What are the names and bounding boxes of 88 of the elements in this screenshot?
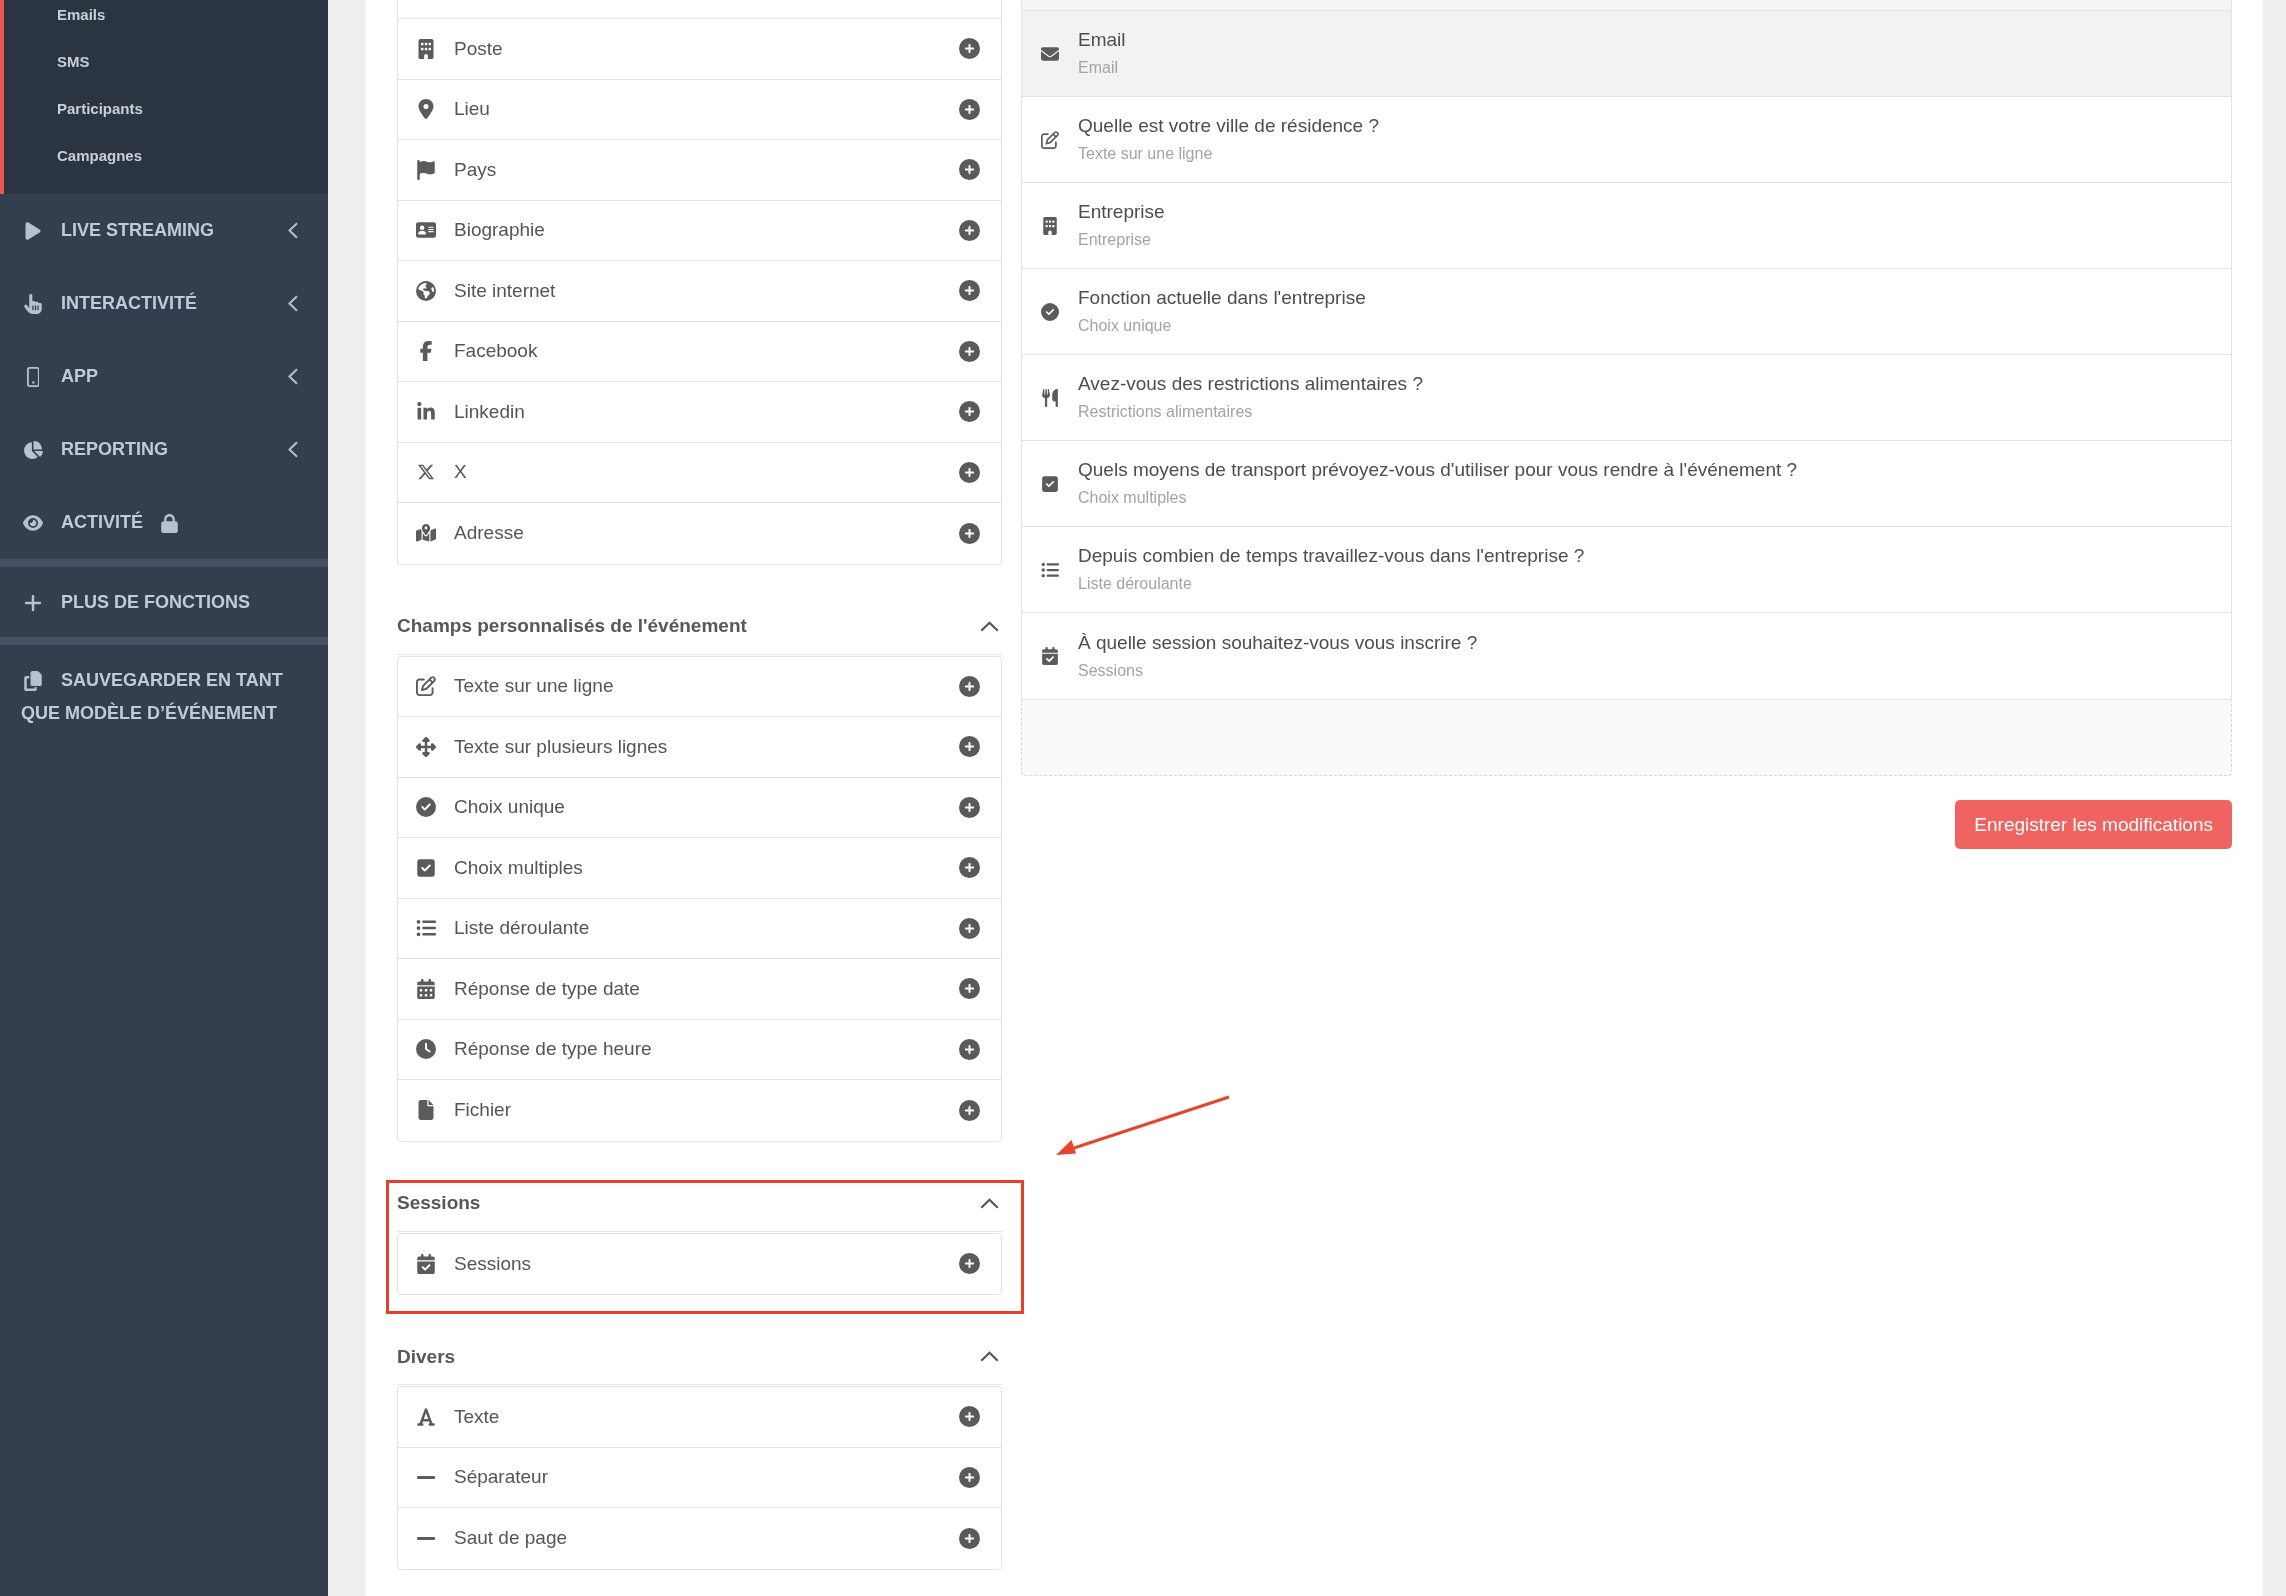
sidebar-menu-item[interactable]: PLUS DE FONCTIONS — [0, 567, 328, 637]
field-title: Email — [1078, 28, 1126, 52]
chevron-up-icon[interactable] — [980, 1351, 999, 1362]
field-type-label: Fichier — [454, 1099, 512, 1122]
field-type-label: Poste — [454, 37, 504, 60]
field-title: À quelle session souhaitez-vous vous inscrire ? — [1078, 630, 1478, 655]
field-type-label: Liste déroulante — [454, 917, 591, 940]
field-type-label: Site internet — [454, 279, 557, 302]
play-icon — [23, 221, 43, 242]
minus-icon — [417, 1536, 435, 1540]
sidebar-menu-item[interactable]: SAUVEGARDER EN TANT QUE MODÈLE D’ÉVÉNEMENT — [0, 645, 328, 748]
field-title: Quelle est votre ville de résidence ? — [1078, 114, 1379, 138]
calendar-icon — [416, 978, 436, 999]
letter-a-icon — [416, 1406, 436, 1427]
x-logo-icon — [417, 463, 435, 482]
section-title: Sessions — [397, 1192, 481, 1214]
linkedin-icon — [416, 401, 436, 422]
field-type-label: X — [454, 461, 468, 484]
list-icon — [416, 918, 436, 939]
chevron-up-icon[interactable] — [980, 1197, 999, 1209]
field-title: Avez-vous des restrictions alimentaires ? — [1078, 372, 1423, 396]
field-type: Choix multiples — [1078, 488, 1187, 508]
list-icon — [1041, 560, 1059, 579]
field-type: Restrictions alimentaires — [1078, 402, 1253, 422]
map-icon — [416, 523, 436, 544]
field-type-label: Lieu — [454, 98, 491, 121]
field-type: Entreprise — [1078, 230, 1151, 250]
file-icon — [416, 1100, 436, 1121]
sidebar-menu-item[interactable]: INTERACTIVITÉ — [0, 267, 328, 340]
field-type-label: Adresse — [454, 522, 525, 545]
field-type-label: Choix unique — [454, 796, 566, 819]
building-icon — [416, 38, 436, 59]
plus-icon — [23, 592, 43, 613]
field-title: Quels moyens de transport prévoyez-vous d'utiliser pour vous rendre à l'événement ? — [1078, 458, 1798, 482]
sidebar-submenu-item[interactable]: Participants — [57, 100, 143, 117]
field-type-label: Réponse de type heure — [454, 1038, 653, 1061]
eye-icon — [23, 513, 43, 534]
sidebar-submenu-item[interactable]: Emails — [57, 6, 106, 23]
flag-icon — [416, 159, 436, 180]
envelope-icon — [1041, 44, 1059, 63]
utensils-icon — [1041, 388, 1059, 407]
sidebar-menu-item[interactable]: APP — [0, 340, 328, 413]
calendar-check-icon — [1041, 647, 1059, 665]
pie-chart-icon — [23, 440, 43, 461]
checkbox-icon — [1041, 474, 1059, 493]
field-type: Liste déroulante — [1078, 574, 1192, 594]
field-type: Choix unique — [1078, 316, 1172, 336]
sidebar-menu-item[interactable]: ACTIVITÉ — [0, 486, 328, 559]
checkbox-icon — [416, 857, 436, 878]
field-type-label: Choix multiples — [454, 856, 584, 879]
building-icon — [1041, 216, 1059, 235]
id-card-icon — [416, 220, 436, 241]
edit-icon — [416, 676, 436, 697]
sidebar-submenu-item[interactable]: SMS — [57, 53, 90, 70]
move-arrows-icon — [416, 736, 436, 757]
field-title: Depuis combien de temps travaillez-vous dans l'entreprise ? — [1078, 544, 1585, 568]
field-type-label: Texte — [454, 1405, 501, 1428]
minus-icon — [417, 1475, 435, 1479]
map-pin-icon — [416, 99, 436, 120]
field-type: Texte sur une ligne — [1078, 144, 1213, 164]
clock-icon — [416, 1039, 436, 1060]
section-title: Champs personnalisés de l'événement — [397, 615, 747, 637]
field-type-label: Texte sur une ligne — [454, 675, 615, 698]
smartphone-icon — [26, 367, 40, 388]
field-type-label: Pays — [454, 158, 498, 181]
field-type: Sessions — [1078, 660, 1143, 681]
field-type-label: Saut de page — [454, 1527, 569, 1550]
edit-icon — [1041, 130, 1059, 149]
sidebar-submenu-item[interactable]: Campagnes — [57, 147, 143, 164]
field-type-label: Texte sur plusieurs lignes — [454, 735, 669, 758]
chevron-up-icon[interactable] — [980, 620, 999, 632]
field-type-label: Facebook — [454, 340, 539, 363]
section-title: Divers — [397, 1345, 456, 1368]
field-type-label: Sessions — [454, 1252, 533, 1275]
sidebar-menu-item[interactable]: LIVE STREAMING — [0, 194, 328, 267]
field-type-label: Réponse de type date — [454, 977, 641, 1000]
field-type-label: Linkedin — [454, 400, 526, 423]
field-type: Email — [1078, 58, 1118, 78]
globe-icon — [416, 280, 436, 301]
field-title: Entreprise — [1078, 200, 1165, 224]
hand-pointer-icon — [23, 294, 43, 315]
copy-icon — [23, 670, 43, 691]
calendar-check-icon — [416, 1253, 436, 1274]
form-field-row[interactable]: Email Email — [1022, 11, 2231, 97]
field-title: Fonction actuelle dans l'entreprise — [1078, 286, 1366, 310]
field-type-label: Biographie — [454, 219, 546, 242]
sidebar-menu-item[interactable]: REPORTING — [0, 413, 328, 486]
field-type-label: Séparateur — [454, 1466, 549, 1489]
